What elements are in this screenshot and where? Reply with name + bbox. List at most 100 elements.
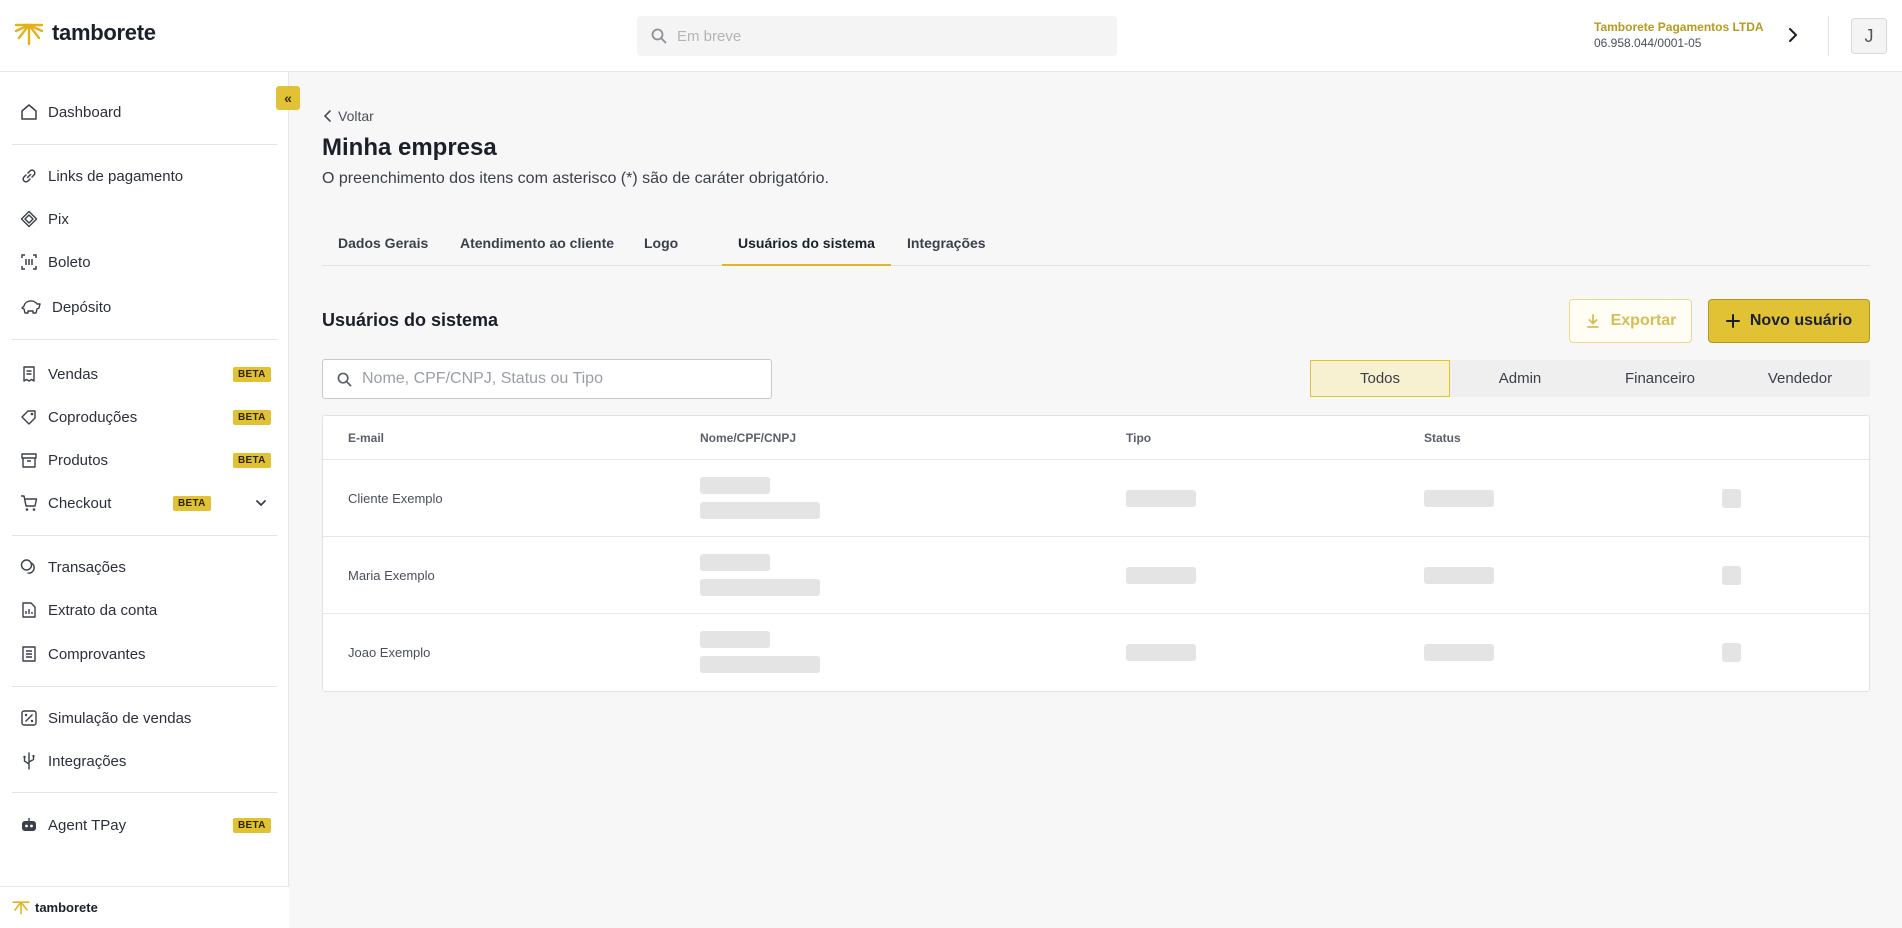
percent-icon <box>21 710 37 726</box>
cell-email: Cliente Exemplo <box>348 491 443 506</box>
header-divider <box>1828 16 1829 56</box>
tamborete-logo-icon <box>12 901 30 915</box>
sidebar-footer: tamborete <box>0 886 289 928</box>
sidebar-divider <box>12 144 277 145</box>
sidebar-divider <box>12 792 277 793</box>
top-bar: tamborete Tamborete Pagamentos LTDA 06.9… <box>0 0 1902 72</box>
section-title: Usuários do sistema <box>322 310 499 330</box>
usb-icon <box>23 752 35 770</box>
sidebar-item-label: Simulação de vendas <box>48 709 192 727</box>
sidebar-item-label: Vendas <box>48 365 99 383</box>
table-row[interactable]: Maria Exemplo <box>323 537 1869 614</box>
sidebar-item-simulacao[interactable]: Simulação de vendas <box>20 706 270 730</box>
loading-placeholder <box>1126 644 1196 661</box>
tab-logo[interactable]: Logo <box>628 226 694 266</box>
loading-placeholder <box>1722 566 1741 585</box>
sidebar-item-label: Depósito <box>52 298 112 316</box>
brand-logo[interactable]: tamborete <box>14 20 156 46</box>
sidebar-item-label: Comprovantes <box>48 645 146 663</box>
sidebar-item-boleto[interactable]: Boleto <box>20 250 270 274</box>
sidebar-item-pix[interactable]: Pix <box>20 207 270 231</box>
tab-usuarios-sistema[interactable]: Usuários do sistema <box>722 226 891 266</box>
cell-email: Maria Exemplo <box>348 568 435 583</box>
user-type-filter: Todos Admin Financeiro Vendedor <box>1310 360 1870 397</box>
sidebar-item-integracoes[interactable]: Integrações <box>20 749 270 773</box>
global-search-input[interactable] <box>677 27 1077 45</box>
beta-badge: BETA <box>233 453 271 468</box>
sidebar-item-deposito[interactable]: Depósito <box>20 295 270 319</box>
new-user-button[interactable]: Novo usuário <box>1708 299 1870 343</box>
tab-integracoes[interactable]: Integrações <box>891 226 1002 266</box>
column-header-nome: Nome/CPF/CNPJ <box>700 431 797 445</box>
sidebar-item-label: Extrato da conta <box>48 601 158 619</box>
back-label: Voltar <box>338 108 374 124</box>
tab-atendimento-cliente[interactable]: Atendimento ao cliente <box>444 226 630 266</box>
home-icon <box>21 104 37 120</box>
beta-badge: BETA <box>233 818 271 833</box>
search-icon <box>651 28 667 44</box>
table-header: E-mail Nome/CPF/CNPJ Tipo Status <box>323 416 1869 460</box>
beta-badge: BETA <box>233 410 271 425</box>
plus-icon <box>1725 314 1740 328</box>
chevron-down-icon[interactable] <box>254 496 268 510</box>
footer-brand: tamborete <box>12 899 98 915</box>
sidebar-item-transacoes[interactable]: Transações <box>20 555 270 579</box>
company-cnpj: 06.958.044/0001-05 <box>1594 36 1702 50</box>
tab-dados-gerais[interactable]: Dados Gerais <box>322 226 444 266</box>
filter-todos[interactable]: Todos <box>1310 360 1450 397</box>
loading-placeholder <box>700 579 820 596</box>
table-row[interactable]: Cliente Exemplo <box>323 460 1869 537</box>
beta-badge: BETA <box>233 367 271 382</box>
back-link[interactable]: Voltar <box>322 108 374 124</box>
sidebar-item-checkout[interactable]: Checkout <box>20 491 270 515</box>
collapse-sidebar-button[interactable]: « <box>276 86 300 110</box>
loading-placeholder <box>700 631 770 648</box>
sidebar-item-payment-links[interactable]: Links de pagamento <box>20 164 270 188</box>
sidebar-item-label: Pix <box>48 210 69 228</box>
piggy-bank-icon <box>21 300 41 314</box>
loading-placeholder <box>1424 490 1494 507</box>
brand-name: tamborete <box>52 20 156 45</box>
statement-icon <box>22 602 36 618</box>
chevron-right-icon[interactable] <box>1783 25 1803 45</box>
company-selector[interactable]: Tamborete Pagamentos LTDA 06.958.044/000… <box>1594 20 1764 50</box>
beta-badge: BETA <box>173 496 211 511</box>
barcode-icon <box>21 254 37 270</box>
robot-icon <box>22 818 36 831</box>
receipt-icon <box>23 366 35 382</box>
loading-placeholder <box>1126 490 1196 507</box>
pix-icon <box>20 210 38 228</box>
loading-placeholder <box>700 477 770 494</box>
loading-placeholder <box>1424 567 1494 584</box>
tamborete-logo-icon <box>14 23 44 46</box>
sidebar-divider <box>12 339 277 340</box>
filter-admin[interactable]: Admin <box>1450 360 1590 397</box>
export-label: Exportar <box>1610 312 1677 329</box>
tag-icon <box>21 410 36 425</box>
user-search[interactable] <box>322 359 772 399</box>
column-header-tipo: Tipo <box>1126 431 1152 445</box>
sidebar-item-dashboard[interactable]: Dashboard <box>20 100 270 124</box>
user-search-input[interactable] <box>362 370 762 388</box>
coins-icon <box>20 559 35 574</box>
list-icon <box>22 646 36 662</box>
tab-bar: Dados Gerais Atendimento ao cliente Logo… <box>322 226 1870 266</box>
sidebar-item-label: Boleto <box>48 253 91 271</box>
sidebar-item-extrato[interactable]: Extrato da conta <box>20 598 270 622</box>
sidebar-item-label: Produtos <box>48 451 109 469</box>
sidebar-item-comprovantes[interactable]: Comprovantes <box>20 642 270 666</box>
filter-vendedor[interactable]: Vendedor <box>1730 360 1870 397</box>
chevron-left-icon <box>323 110 331 122</box>
table-row[interactable]: Joao Exemplo <box>323 614 1869 691</box>
export-button[interactable]: Exportar <box>1569 299 1692 343</box>
loading-placeholder <box>1126 567 1196 584</box>
box-icon <box>21 453 37 468</box>
users-table: E-mail Nome/CPF/CNPJ Tipo Status Cliente… <box>322 415 1870 692</box>
avatar[interactable]: J <box>1851 18 1887 54</box>
global-search[interactable] <box>637 16 1117 56</box>
filter-financeiro[interactable]: Financeiro <box>1590 360 1730 397</box>
company-name: Tamborete Pagamentos LTDA <box>1594 20 1764 34</box>
sidebar-divider <box>12 535 277 536</box>
column-header-status: Status <box>1424 431 1461 445</box>
sidebar-item-label: Links de pagamento <box>48 167 184 185</box>
